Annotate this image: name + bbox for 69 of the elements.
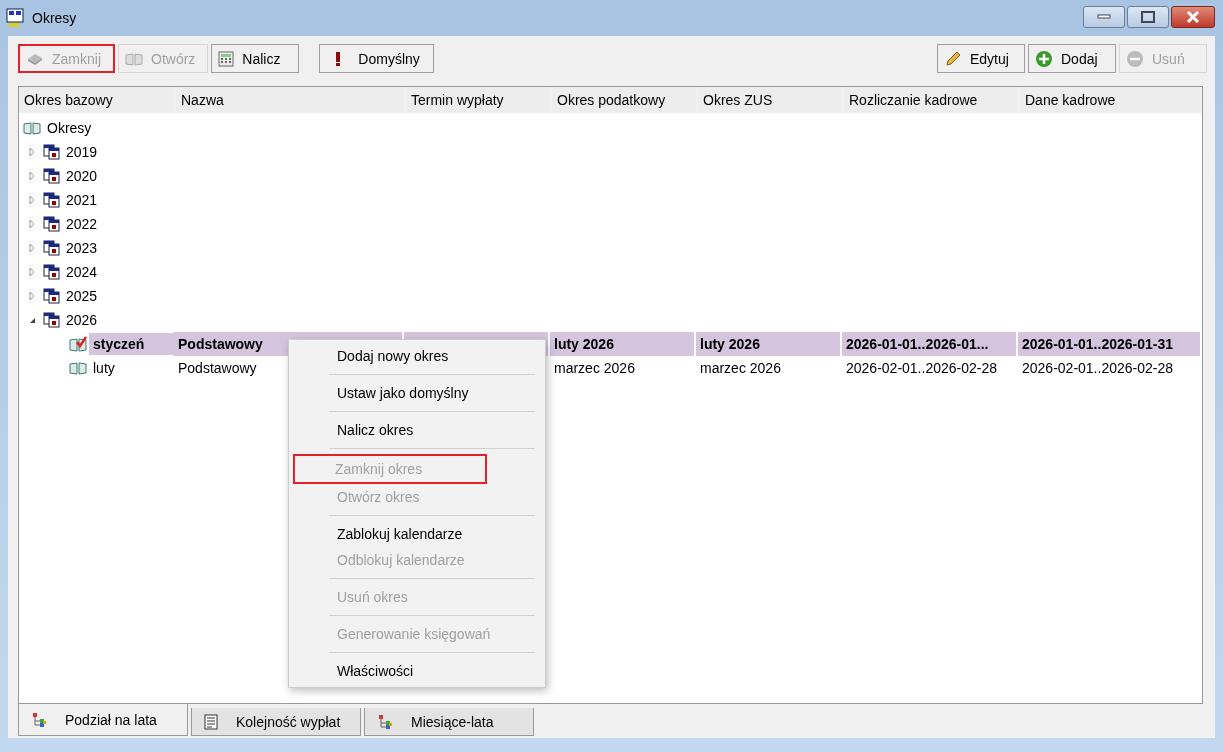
toolbar-button[interactable]: Dodaj bbox=[1028, 44, 1116, 73]
tree-item[interactable]: 2020 bbox=[62, 165, 102, 187]
plus-icon bbox=[1035, 49, 1053, 68]
menu-item[interactable]: Dodaj nowy okres bbox=[293, 343, 541, 369]
exclamation-icon bbox=[334, 50, 343, 67]
maximize-button[interactable] bbox=[1127, 6, 1169, 28]
tree-item[interactable]: 2021 bbox=[62, 189, 102, 211]
calendar-icon bbox=[43, 144, 60, 160]
tree-item[interactable]: 2026 bbox=[62, 309, 102, 331]
book-check-icon bbox=[69, 336, 87, 352]
collapsed-arrow-icon[interactable] bbox=[27, 243, 37, 253]
table-cell: 2026-01-01..2026-01... bbox=[846, 336, 989, 352]
toolbar-button[interactable]: Domyślny bbox=[319, 44, 435, 73]
calendar-icon bbox=[43, 192, 60, 208]
document-icon bbox=[204, 713, 218, 730]
collapsed-arrow-icon[interactable] bbox=[27, 291, 37, 301]
menu-item[interactable]: Nalicz okres bbox=[293, 417, 541, 443]
table-cell: Podstawowy bbox=[178, 336, 263, 352]
tree-icon bbox=[377, 713, 393, 730]
open-book-icon bbox=[23, 121, 41, 135]
maximize-icon bbox=[1141, 11, 1155, 23]
book-icon bbox=[26, 51, 44, 66]
calendar-icon bbox=[43, 216, 60, 232]
toolbar-button[interactable]: Nalicz bbox=[211, 44, 300, 73]
collapsed-arrow-icon[interactable] bbox=[27, 267, 37, 277]
table-cell: marzec 2026 bbox=[700, 360, 781, 376]
calendar-icon bbox=[43, 264, 60, 280]
tree-item[interactable]: 2019 bbox=[62, 141, 102, 163]
table-cell: Podstawowy bbox=[178, 360, 257, 376]
table-cell: luty 2026 bbox=[554, 336, 614, 352]
tree-icon bbox=[31, 711, 47, 728]
menu-item[interactable]: Zablokuj kalendarze bbox=[293, 521, 541, 547]
collapsed-arrow-icon[interactable] bbox=[27, 147, 37, 157]
table-cell: 2026-02-01..2026-02-28 bbox=[1022, 360, 1173, 376]
menu-item[interactable]: Ustaw jako domyślny bbox=[293, 380, 541, 406]
tree-item[interactable]: 2023 bbox=[62, 237, 102, 259]
calendar-icon bbox=[43, 240, 60, 256]
app-icon bbox=[6, 8, 26, 28]
toolbar-button[interactable]: Edytuj bbox=[937, 44, 1025, 73]
minimize-icon bbox=[1097, 14, 1111, 20]
menu-item[interactable]: Właściwości bbox=[293, 658, 541, 684]
tree-item[interactable]: styczeń bbox=[89, 333, 174, 355]
pencil-icon bbox=[944, 49, 962, 68]
minus-icon bbox=[1126, 49, 1144, 68]
tree-item[interactable]: 2022 bbox=[62, 213, 102, 235]
table-cell: luty 2026 bbox=[700, 336, 760, 352]
calendar-icon bbox=[43, 288, 60, 304]
calendar-icon bbox=[43, 168, 60, 184]
tab[interactable]: Miesiące-lata bbox=[364, 708, 534, 736]
collapsed-arrow-icon[interactable] bbox=[27, 171, 37, 181]
tab[interactable]: Podział na lata bbox=[18, 704, 188, 736]
table-cell: marzec 2026 bbox=[554, 360, 635, 376]
collapsed-arrow-icon[interactable] bbox=[27, 195, 37, 205]
table-cell: 2026-02-01..2026-02-28 bbox=[846, 360, 997, 376]
tree-item[interactable]: 2024 bbox=[62, 261, 102, 283]
tree-item[interactable]: luty bbox=[89, 357, 119, 379]
collapsed-arrow-icon[interactable] bbox=[27, 219, 37, 229]
tree-item[interactable]: Okresy bbox=[43, 117, 96, 139]
calendar-icon bbox=[43, 312, 60, 328]
table-cell: 2026-01-01..2026-01-31 bbox=[1022, 336, 1173, 352]
close-button[interactable] bbox=[1171, 6, 1215, 28]
tab[interactable]: Kolejność wypłat bbox=[191, 708, 361, 736]
minimize-button[interactable] bbox=[1083, 6, 1125, 28]
open-book-icon bbox=[69, 361, 87, 375]
close-icon bbox=[1185, 11, 1201, 23]
calculator-icon bbox=[218, 50, 235, 67]
open-book-icon bbox=[125, 51, 143, 66]
window-title: Okresy bbox=[32, 10, 77, 26]
tree-item[interactable]: 2025 bbox=[62, 285, 102, 307]
